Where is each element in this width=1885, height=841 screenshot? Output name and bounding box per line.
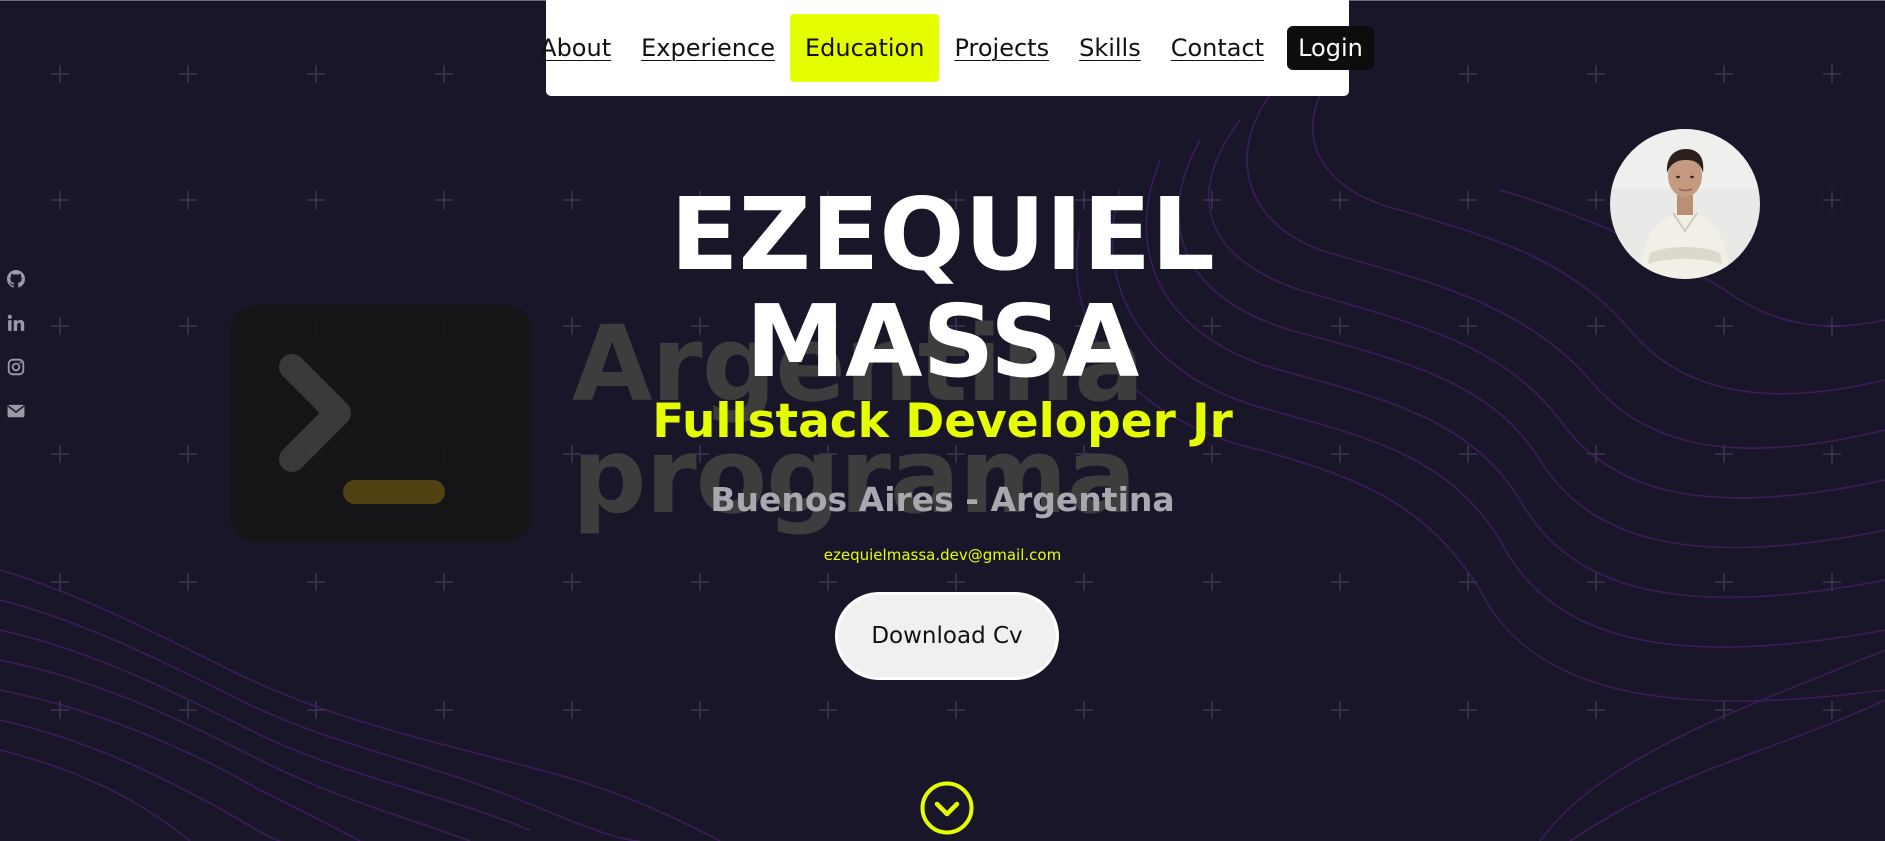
grid-plus-mark <box>435 573 453 591</box>
grid-plus-mark <box>1823 445 1841 463</box>
grid-plus-mark <box>179 445 197 463</box>
hero-location: Buenos Aires - Argentina <box>710 480 1175 519</box>
grid-plus-mark <box>1075 701 1093 719</box>
nav-link-projects[interactable]: Projects <box>939 14 1064 82</box>
grid-plus-mark <box>179 65 197 83</box>
nav-link-skills[interactable]: Skills <box>1064 14 1156 82</box>
top-navigation: About Experience Education Projects Skil… <box>540 0 1374 96</box>
grid-plus-mark <box>563 573 581 591</box>
grid-plus-mark <box>435 701 453 719</box>
grid-plus-mark <box>179 573 197 591</box>
grid-plus-mark <box>1587 445 1605 463</box>
grid-plus-mark <box>1203 573 1221 591</box>
login-button[interactable]: Login <box>1287 26 1374 70</box>
grid-plus-mark <box>1823 65 1841 83</box>
grid-plus-mark <box>307 573 325 591</box>
grid-plus-mark <box>1331 701 1349 719</box>
grid-plus-mark <box>435 65 453 83</box>
nav-link-contact[interactable]: Contact <box>1156 14 1279 82</box>
grid-plus-mark <box>1459 65 1477 83</box>
grid-plus-mark <box>51 701 69 719</box>
grid-plus-mark <box>691 701 709 719</box>
grid-plus-mark <box>947 701 965 719</box>
grid-plus-mark <box>1203 701 1221 719</box>
grid-plus-mark <box>1715 573 1733 591</box>
grid-plus-mark <box>819 701 837 719</box>
grid-plus-mark <box>1587 701 1605 719</box>
grid-plus-mark <box>307 65 325 83</box>
grid-plus-mark <box>1459 701 1477 719</box>
grid-plus-mark <box>947 573 965 591</box>
download-cv-button[interactable]: Download Cv <box>835 592 1059 680</box>
hero-first-name: EZEQUIEL <box>670 176 1215 293</box>
grid-plus-mark <box>1331 573 1349 591</box>
nav-link-education[interactable]: Education <box>789 14 940 82</box>
grid-plus-mark <box>179 701 197 719</box>
grid-plus-mark <box>1587 65 1605 83</box>
grid-plus-mark <box>1823 701 1841 719</box>
grid-plus-mark <box>51 445 69 463</box>
hero-email-link[interactable]: ezequielmassa.dev@gmail.com <box>0 548 1885 563</box>
grid-plus-mark <box>51 65 69 83</box>
chevron-down-circle-icon[interactable] <box>920 781 974 835</box>
grid-plus-mark <box>1075 573 1093 591</box>
grid-plus-mark <box>1331 445 1349 463</box>
nav-link-about[interactable]: About <box>525 14 626 82</box>
hero-last-name: MASSA <box>745 283 1140 400</box>
grid-plus-mark <box>563 701 581 719</box>
grid-plus-mark <box>691 573 709 591</box>
hero-role: Fullstack Developer Jr <box>652 394 1233 449</box>
grid-plus-mark <box>1715 65 1733 83</box>
grid-plus-mark <box>819 573 837 591</box>
nav-link-experience[interactable]: Experience <box>626 14 790 82</box>
